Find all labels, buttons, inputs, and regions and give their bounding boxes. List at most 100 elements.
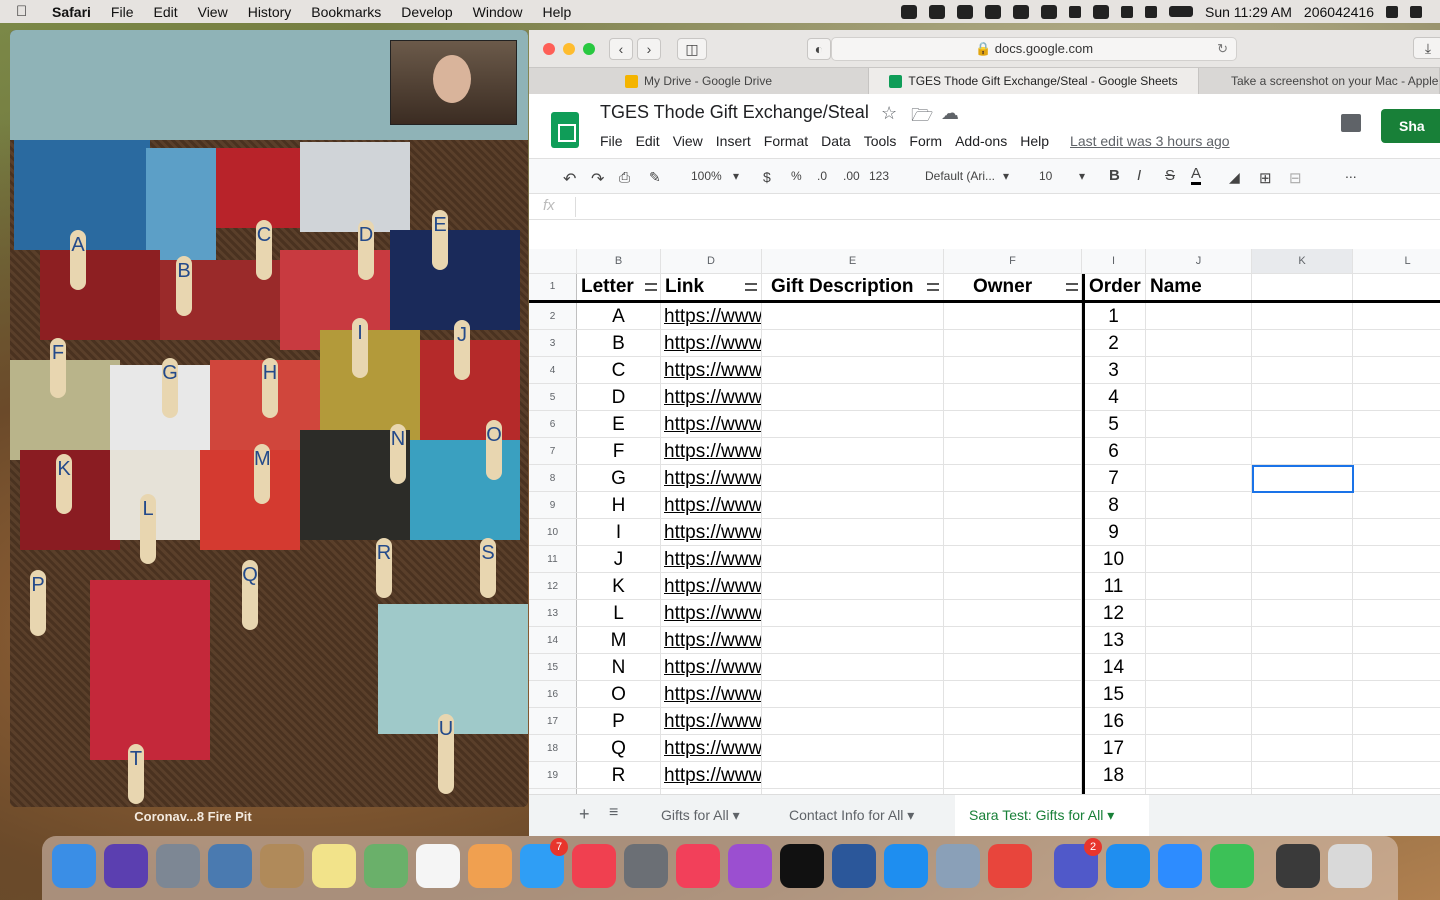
- cell-link[interactable]: https://www: [661, 546, 762, 572]
- move-folder-icon[interactable]: 🗁: [911, 103, 933, 133]
- column-header-d[interactable]: D: [661, 249, 762, 273]
- notes-icon[interactable]: [312, 844, 356, 888]
- shield-icon[interactable]: ◐: [807, 37, 831, 60]
- cell-gift-description[interactable]: [762, 708, 944, 734]
- add-sheet-icon[interactable]: +: [579, 804, 590, 825]
- cell-link[interactable]: https://www: [661, 600, 762, 626]
- cell-letter[interactable]: B: [577, 330, 661, 356]
- italic-button[interactable]: I: [1137, 167, 1141, 184]
- row-number[interactable]: 7: [529, 438, 577, 464]
- cell-gift-description[interactable]: [762, 654, 944, 680]
- cell-gift-description[interactable]: [762, 384, 944, 410]
- sheet-tab-sara-test[interactable]: Sara Test: Gifts for All ▾: [955, 795, 1149, 836]
- apple-menu-icon[interactable]: : [16, 3, 38, 20]
- cloud-status-icon[interactable]: ☁: [941, 103, 959, 124]
- cell-order[interactable]: 1: [1082, 303, 1146, 329]
- cell-link[interactable]: https://www: [661, 735, 762, 761]
- column-header-i[interactable]: I: [1082, 249, 1146, 273]
- cell-k[interactable]: [1252, 573, 1353, 599]
- cell-gift-description[interactable]: [762, 735, 944, 761]
- launchpad-icon[interactable]: [156, 844, 200, 888]
- cell-gift-description[interactable]: [762, 762, 944, 788]
- cell-order[interactable]: 10: [1082, 546, 1146, 572]
- messages-icon[interactable]: 7: [520, 838, 568, 888]
- cell-letter[interactable]: G: [577, 465, 661, 491]
- cell-l[interactable]: [1353, 627, 1440, 653]
- cell-name[interactable]: [1146, 519, 1252, 545]
- row-number[interactable]: 17: [529, 708, 577, 734]
- cell-gift-description[interactable]: [762, 357, 944, 383]
- chevron-down-icon[interactable]: ▾: [1079, 169, 1085, 183]
- facetime-icon[interactable]: [1210, 844, 1254, 888]
- cell-owner[interactable]: [944, 573, 1082, 599]
- row-number[interactable]: 18: [529, 735, 577, 761]
- cell-order[interactable]: 15: [1082, 681, 1146, 707]
- cell-name[interactable]: [1146, 600, 1252, 626]
- chevron-down-icon[interactable]: ▾: [733, 169, 739, 183]
- screen-record-icon[interactable]: [901, 4, 917, 19]
- cell-k[interactable]: [1252, 654, 1353, 680]
- row-number[interactable]: 19: [529, 762, 577, 788]
- cell-link[interactable]: https://www: [661, 627, 762, 653]
- cell-link[interactable]: https://www: [661, 330, 762, 356]
- row-number[interactable]: 2: [529, 303, 577, 329]
- cell-letter[interactable]: M: [577, 627, 661, 653]
- bold-button[interactable]: B: [1109, 167, 1120, 184]
- cell-name[interactable]: [1146, 357, 1252, 383]
- text-color-button[interactable]: A: [1191, 165, 1202, 185]
- cell-l[interactable]: [1353, 411, 1440, 437]
- cell-order[interactable]: 18: [1082, 762, 1146, 788]
- volume-icon[interactable]: [1145, 5, 1157, 18]
- cell-owner[interactable]: [944, 735, 1082, 761]
- document-title[interactable]: TGES Thode Gift Exchange/Steal: [600, 102, 869, 123]
- row-number[interactable]: 1: [529, 274, 577, 300]
- cell-link[interactable]: https://www: [661, 465, 762, 491]
- column-header-f[interactable]: F: [944, 249, 1082, 273]
- cell-letter[interactable]: E: [577, 411, 661, 437]
- cell-order[interactable]: 17: [1082, 735, 1146, 761]
- sheets-menu-tools[interactable]: Tools: [864, 133, 897, 149]
- header-order[interactable]: Order: [1082, 274, 1146, 300]
- comments-icon[interactable]: [1341, 114, 1361, 132]
- wifi-icon[interactable]: [1093, 4, 1109, 19]
- row-number[interactable]: 14: [529, 627, 577, 653]
- menu-file[interactable]: File: [111, 4, 134, 20]
- maps-icon[interactable]: [364, 844, 408, 888]
- cell-letter[interactable]: H: [577, 492, 661, 518]
- menu-develop[interactable]: Develop: [401, 4, 452, 20]
- cell-letter[interactable]: I: [577, 519, 661, 545]
- clock[interactable]: Sun 11:29 AM: [1205, 4, 1292, 20]
- currency-format-button[interactable]: $: [763, 169, 771, 185]
- cell-letter[interactable]: C: [577, 357, 661, 383]
- cell-k[interactable]: [1252, 546, 1353, 572]
- strikethrough-button[interactable]: S: [1165, 167, 1175, 184]
- filter-icon[interactable]: [645, 283, 657, 291]
- cell-owner[interactable]: [944, 465, 1082, 491]
- menu-app-name[interactable]: Safari: [52, 4, 91, 20]
- row-number[interactable]: 16: [529, 681, 577, 707]
- select-all-corner[interactable]: [529, 249, 577, 273]
- cell-k[interactable]: [1252, 681, 1353, 707]
- cell-letter[interactable]: O: [577, 681, 661, 707]
- cell-l[interactable]: [1353, 438, 1440, 464]
- contacts-icon[interactable]: [260, 844, 304, 888]
- cell-l[interactable]: [1353, 762, 1440, 788]
- sheet-tab-contact-info[interactable]: Contact Info for All ▾: [775, 795, 953, 836]
- cell-name[interactable]: [1146, 762, 1252, 788]
- cell-k[interactable]: [1252, 708, 1353, 734]
- cell-owner[interactable]: [944, 411, 1082, 437]
- column-header-l[interactable]: L: [1353, 249, 1440, 273]
- airplay-icon[interactable]: [1041, 4, 1057, 19]
- cell-owner[interactable]: [944, 519, 1082, 545]
- system-preferences-icon[interactable]: [624, 844, 668, 888]
- column-header-k[interactable]: K: [1252, 249, 1353, 273]
- cell-name[interactable]: [1146, 735, 1252, 761]
- trash-icon[interactable]: [1328, 844, 1372, 888]
- cell-order[interactable]: 8: [1082, 492, 1146, 518]
- cell-k[interactable]: [1252, 438, 1353, 464]
- cell-l[interactable]: [1353, 681, 1440, 707]
- more-options-button[interactable]: ...: [1345, 165, 1357, 181]
- sheets-menu-data[interactable]: Data: [821, 133, 851, 149]
- row-number[interactable]: 12: [529, 573, 577, 599]
- cell-k[interactable]: [1252, 384, 1353, 410]
